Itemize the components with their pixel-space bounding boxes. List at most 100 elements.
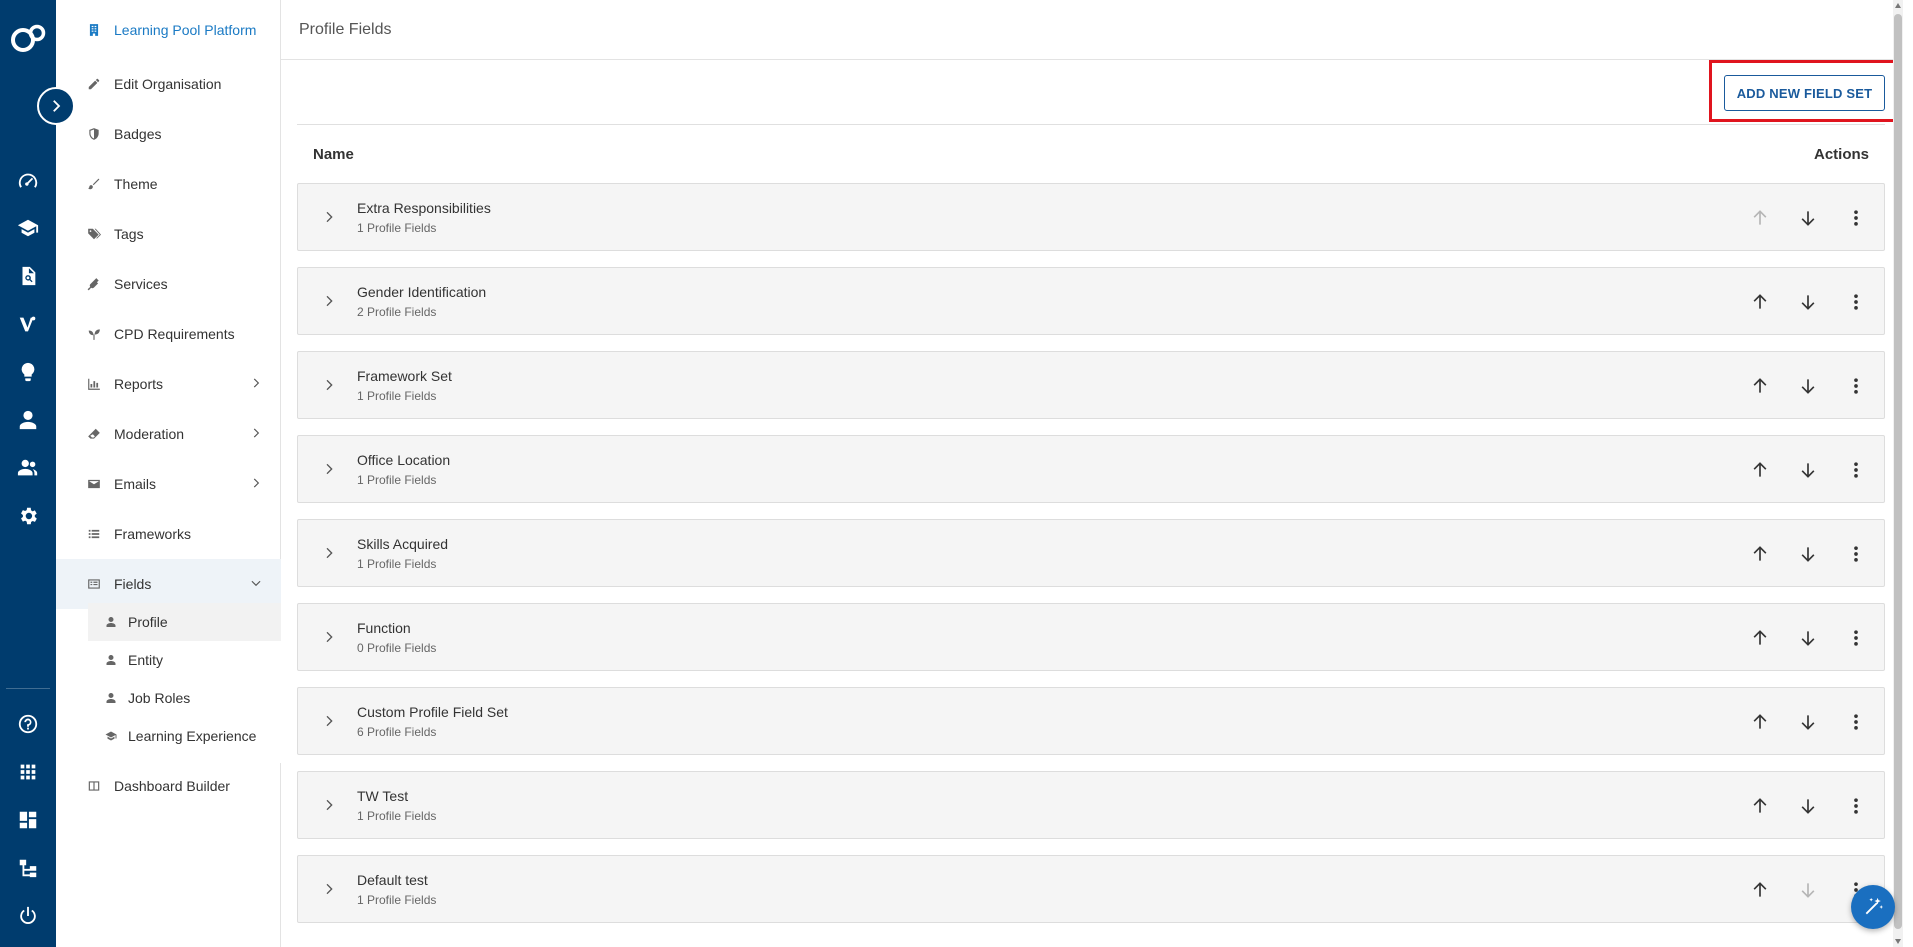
- graduation-cap-icon: [104, 729, 118, 743]
- field-set-row[interactable]: Framework Set 1 Profile Fields: [297, 351, 1885, 419]
- scroll-up-arrow-icon[interactable]: [1895, 3, 1901, 8]
- scrollbar-thumb[interactable]: [1894, 14, 1902, 929]
- chevron-right-icon[interactable]: [319, 795, 339, 815]
- sidebar-item-tags[interactable]: Tags: [56, 209, 281, 259]
- chevron-right-icon[interactable]: [319, 543, 339, 563]
- field-set-row[interactable]: TW Test 1 Profile Fields: [297, 771, 1885, 839]
- user-icon[interactable]: [14, 406, 42, 434]
- sidebar-item-theme[interactable]: Theme: [56, 159, 281, 209]
- rail-divider: [6, 688, 50, 689]
- gear-icon[interactable]: [14, 502, 42, 530]
- field-set-row[interactable]: Office Location 1 Profile Fields: [297, 435, 1885, 503]
- sidebar-item-label: Moderation: [114, 426, 185, 442]
- sidebar-subitem-entity[interactable]: Entity: [88, 641, 281, 679]
- chevron-right-icon: [249, 426, 263, 440]
- move-up-arrow-icon[interactable]: [1744, 706, 1776, 738]
- field-set-count: 1 Profile Fields: [357, 892, 437, 907]
- move-up-arrow-icon[interactable]: [1744, 370, 1776, 402]
- field-set-row[interactable]: Custom Profile Field Set 6 Profile Fields: [297, 687, 1885, 755]
- move-down-arrow-icon[interactable]: [1792, 454, 1824, 486]
- sidebar-item-cpd-requirements[interactable]: CPD Requirements: [56, 309, 281, 359]
- more-vertical-icon[interactable]: [1840, 454, 1872, 486]
- sidebar-item-services[interactable]: Services: [56, 259, 281, 309]
- move-up-arrow-icon[interactable]: [1744, 286, 1776, 318]
- scroll-down-arrow-icon[interactable]: [1895, 939, 1901, 944]
- sidebar-subitem-label: Job Roles: [128, 690, 191, 706]
- apps-grid-icon[interactable]: [14, 758, 42, 786]
- tags-icon: [86, 226, 102, 242]
- move-up-arrow-icon[interactable]: [1744, 454, 1776, 486]
- more-vertical-icon[interactable]: [1840, 706, 1872, 738]
- sidebar-item-reports[interactable]: Reports: [56, 359, 281, 409]
- field-set-name: Default test: [357, 871, 428, 888]
- more-vertical-icon[interactable]: [1840, 370, 1872, 402]
- sidebar-subitem-job-roles[interactable]: Job Roles: [88, 679, 281, 717]
- page-header: Profile Fields: [281, 0, 1903, 60]
- sidebar-item-fields[interactable]: Fields: [56, 559, 281, 609]
- field-set-info: Extra Responsibilities 1 Profile Fields: [357, 200, 491, 235]
- chevron-right-icon[interactable]: [319, 627, 339, 647]
- more-vertical-icon[interactable]: [1840, 790, 1872, 822]
- list-icon: [86, 526, 102, 542]
- move-down-arrow-icon[interactable]: [1792, 538, 1824, 570]
- sidebar-item-learning-pool-platform[interactable]: Learning Pool Platform: [56, 5, 281, 55]
- sidebar-item-frameworks[interactable]: Frameworks: [56, 509, 281, 559]
- learning-pool-logo[interactable]: [9, 22, 47, 56]
- app-rail: [0, 0, 56, 947]
- chevron-right-icon[interactable]: [319, 207, 339, 227]
- add-new-field-set-button[interactable]: ADD NEW FIELD SET: [1724, 75, 1885, 111]
- sidebar-subitem-learning-experience[interactable]: Learning Experience: [88, 717, 281, 755]
- file-search-icon[interactable]: [14, 262, 42, 290]
- move-up-arrow-icon[interactable]: [1744, 790, 1776, 822]
- move-down-arrow-icon[interactable]: [1792, 286, 1824, 318]
- chevron-right-icon[interactable]: [319, 459, 339, 479]
- more-vertical-icon[interactable]: [1840, 622, 1872, 654]
- more-vertical-icon[interactable]: [1840, 538, 1872, 570]
- expand-sidebar-button[interactable]: [37, 87, 75, 125]
- magic-wand-button[interactable]: [1851, 885, 1895, 929]
- sidebar-item-moderation[interactable]: Moderation: [56, 409, 281, 459]
- move-down-arrow-icon[interactable]: [1792, 370, 1824, 402]
- sidebar-item-edit-organisation[interactable]: Edit Organisation: [56, 59, 281, 109]
- vertical-scrollbar[interactable]: [1893, 0, 1903, 947]
- move-down-arrow-icon[interactable]: [1792, 202, 1824, 234]
- move-down-arrow-icon[interactable]: [1792, 706, 1824, 738]
- more-vertical-icon[interactable]: [1840, 286, 1872, 318]
- sidebar-item-emails[interactable]: Emails: [56, 459, 281, 509]
- field-set-count: 1 Profile Fields: [357, 556, 437, 571]
- move-down-arrow-icon[interactable]: [1792, 790, 1824, 822]
- eraser-icon: [86, 426, 102, 442]
- v-brand-icon[interactable]: [14, 310, 42, 338]
- graduation-cap-icon[interactable]: [14, 214, 42, 242]
- move-up-arrow-icon[interactable]: [1744, 622, 1776, 654]
- chevron-right-icon[interactable]: [319, 375, 339, 395]
- row-actions: [1728, 202, 1872, 234]
- move-up-arrow-icon[interactable]: [1744, 538, 1776, 570]
- dashboard-gauge-icon[interactable]: [14, 167, 42, 195]
- column-header-actions: Actions: [1813, 146, 1869, 163]
- help-circle-icon[interactable]: [14, 710, 42, 738]
- move-up-arrow-icon[interactable]: [1744, 874, 1776, 906]
- hierarchy-icon[interactable]: [14, 854, 42, 882]
- lightbulb-icon[interactable]: [14, 358, 42, 386]
- more-vertical-icon[interactable]: [1840, 202, 1872, 234]
- chevron-right-icon[interactable]: [319, 291, 339, 311]
- field-set-row[interactable]: Extra Responsibilities 1 Profile Fields: [297, 183, 1885, 251]
- sidebar-item-dashboard-builder[interactable]: Dashboard Builder: [56, 761, 281, 811]
- users-group-icon[interactable]: [14, 454, 42, 482]
- column-header-name: Name: [313, 146, 354, 163]
- chevron-right-icon[interactable]: [319, 711, 339, 731]
- row-actions: [1728, 790, 1872, 822]
- move-down-arrow-icon[interactable]: [1792, 622, 1824, 654]
- power-icon[interactable]: [14, 902, 42, 930]
- field-set-row[interactable]: Function 0 Profile Fields: [297, 603, 1885, 671]
- sidebar-subitem-profile[interactable]: Profile: [88, 603, 281, 641]
- field-set-row[interactable]: Gender Identification 2 Profile Fields: [297, 267, 1885, 335]
- field-set-row[interactable]: Skills Acquired 1 Profile Fields: [297, 519, 1885, 587]
- field-set-row[interactable]: Default test 1 Profile Fields: [297, 855, 1885, 923]
- chevron-right-icon[interactable]: [319, 879, 339, 899]
- dashboard-layout-icon[interactable]: [14, 806, 42, 834]
- sidebar-item-badges[interactable]: Badges: [56, 109, 281, 159]
- field-set-name: Function: [357, 619, 411, 636]
- sidebar-subitem-label: Entity: [128, 652, 164, 668]
